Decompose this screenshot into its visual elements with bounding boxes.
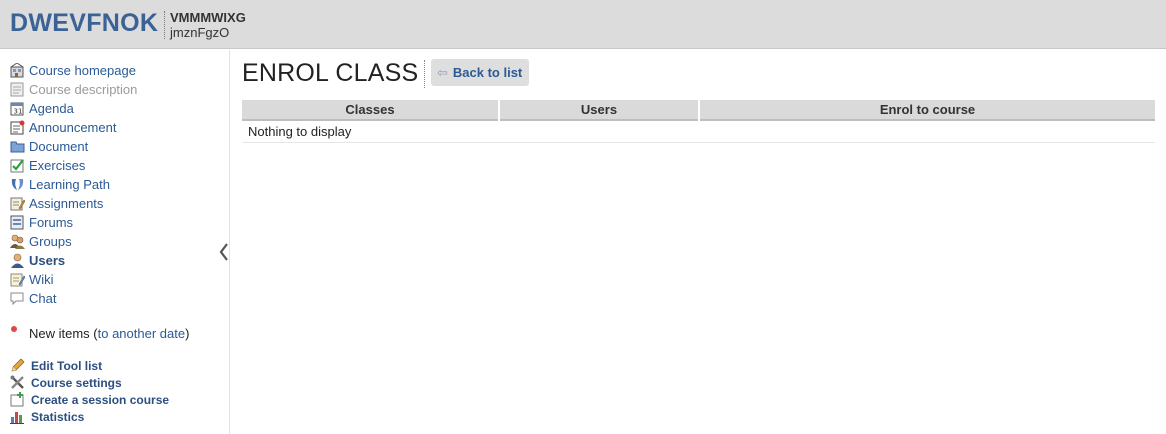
sidebar-item-label: Groups (29, 234, 72, 249)
admin-label: Course settings (31, 375, 122, 390)
sidebar-item-forums[interactable]: Forums (10, 213, 73, 232)
new-items-notice: New items (to another date) (11, 325, 190, 341)
back-button-label: Back to list (452, 65, 523, 80)
tools-icon (10, 375, 25, 390)
svg-text:31: 31 (14, 108, 23, 116)
sidebar-item-course-homepage[interactable]: Course homepage (10, 61, 136, 80)
sidebar-item-label: Exercises (29, 158, 86, 173)
sidebar-item-wiki[interactable]: Wiki (10, 270, 54, 289)
groups-icon (10, 234, 25, 249)
home-icon (10, 62, 25, 78)
sidebar-item-label: Course description (29, 82, 138, 97)
edit-tool-list-link[interactable]: Edit Tool list (10, 357, 102, 374)
wiki-icon (10, 272, 26, 287)
announcement-icon (10, 120, 25, 135)
chat-icon (10, 291, 25, 306)
statistics-icon (10, 409, 25, 424)
back-arrow-icon: ⇦ (437, 64, 448, 80)
new-items-prefix: New items ( (29, 326, 98, 341)
course-sidebar: Course homepage Course description 31 Ag… (0, 50, 230, 434)
sidebar-item-learning-path[interactable]: Learning Path (10, 175, 110, 194)
learning-path-icon (10, 177, 25, 192)
new-items-suffix: ) (185, 326, 190, 341)
enrol-class-table: Classes Users Enrol to course Nothing to… (242, 100, 1155, 143)
course-settings-link[interactable]: Course settings (10, 374, 122, 391)
course-code[interactable]: VMMMWIXG (170, 10, 246, 25)
table-header-row: Classes Users Enrol to course (242, 100, 1155, 121)
user-icon (10, 253, 25, 268)
sidebar-item-label: Announcement (29, 120, 117, 135)
sidebar-item-users[interactable]: Users (10, 251, 65, 270)
sidebar-item-label: Chat (29, 291, 57, 306)
sidebar-item-chat[interactable]: Chat (10, 289, 56, 308)
header-separator (164, 11, 165, 39)
sidebar-item-label: Course homepage (29, 63, 136, 78)
admin-label: Edit Tool list (31, 358, 103, 373)
admin-label: Create a session course (31, 392, 170, 407)
empty-table-message: Nothing to display (242, 121, 1155, 143)
sidebar-item-label: Forums (29, 215, 74, 230)
sidebar-item-label: Assignments (29, 196, 104, 211)
folder-icon (10, 139, 25, 154)
sidebar-item-label: Agenda (29, 101, 74, 116)
title-separator (424, 60, 425, 88)
sidebar-item-label: Wiki (29, 272, 54, 287)
sidebar-item-announcement[interactable]: Announcement (10, 118, 116, 137)
sidebar-item-groups[interactable]: Groups (10, 232, 72, 251)
statistics-link[interactable]: Statistics (10, 408, 84, 425)
checkmark-icon (10, 158, 25, 173)
sidebar-item-course-description[interactable]: Course description (10, 80, 137, 99)
sidebar-item-exercises[interactable]: Exercises (10, 156, 85, 175)
chevron-left-icon (219, 243, 228, 261)
page-header: DWEVFNOK VMMMWIXG jmznFgzO (0, 0, 1166, 49)
course-subtitle: jmznFgzO (170, 25, 230, 40)
collapse-sidebar-button[interactable] (219, 242, 229, 262)
create-session-course-link[interactable]: Create a session course (10, 391, 169, 408)
sidebar-item-agenda[interactable]: 31 Agenda (10, 99, 74, 118)
create-session-icon (10, 392, 25, 407)
sidebar-item-label: Learning Path (29, 177, 110, 192)
column-header-enrol[interactable]: Enrol to course (700, 100, 1155, 121)
sidebar-item-label: Document (29, 139, 89, 154)
page-title: ENROL CLASS (242, 59, 419, 87)
column-header-classes[interactable]: Classes (242, 100, 498, 121)
pencil-icon (10, 358, 25, 373)
new-item-dot-icon (11, 325, 17, 332)
site-title[interactable]: DWEVFNOK (10, 9, 158, 38)
sidebar-item-label: Users (29, 253, 66, 268)
column-header-users[interactable]: Users (500, 100, 698, 121)
another-date-link[interactable]: to another date (98, 326, 185, 341)
calendar-icon: 31 (10, 101, 25, 116)
sidebar-item-document[interactable]: Document (10, 137, 88, 156)
back-to-list-button[interactable]: ⇦ Back to list (431, 59, 529, 86)
assignment-icon (10, 196, 26, 211)
sidebar-item-assignments[interactable]: Assignments (10, 194, 103, 213)
forum-icon (10, 215, 25, 230)
description-icon (10, 82, 25, 97)
admin-label: Statistics (31, 409, 85, 424)
